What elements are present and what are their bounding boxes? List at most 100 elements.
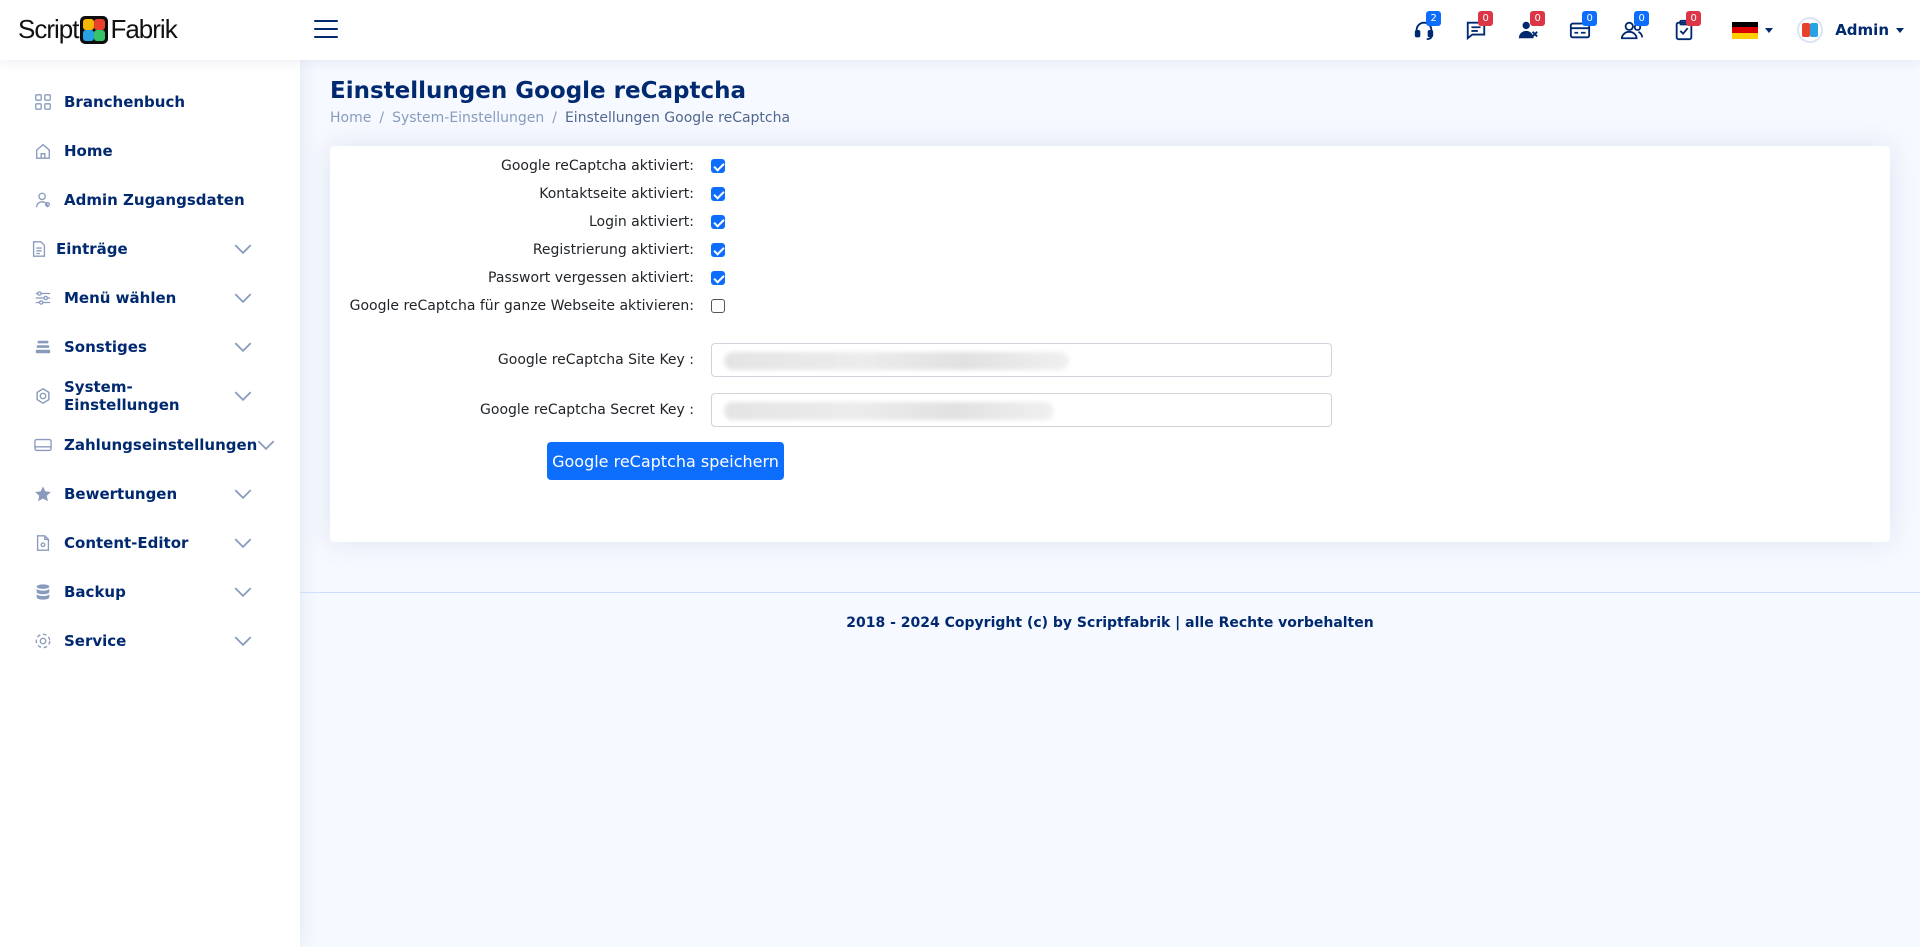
page-title: Einstellungen Google reCaptcha: [330, 78, 746, 104]
setting-row: Passwort vergessen aktiviert:: [330, 270, 725, 286]
registration-label: Registrierung aktiviert:: [532, 242, 694, 258]
breadcrumb: Home / System-Einstellungen / Einstellun…: [330, 110, 790, 126]
headset-icon[interactable]: 2: [1398, 0, 1450, 60]
copyright-text: 2018 - 2024 Copyright (c) by Scriptfabri…: [846, 615, 1374, 631]
gear-icon: [36, 387, 50, 404]
notification-badge: 0: [1686, 11, 1702, 26]
secret-key-input[interactable]: [711, 393, 1332, 427]
hamburger-menu-icon[interactable]: [314, 20, 338, 40]
sidebar-item-backup[interactable]: Backup: [0, 567, 300, 616]
top-header: Script Fabrik 2 0 0 0 0 0 Admin: [0, 0, 1920, 60]
profile-name: Admin: [1835, 21, 1889, 39]
logo-text-left: Script: [18, 14, 79, 44]
language-switcher[interactable]: [1732, 21, 1774, 39]
person-icon: [36, 192, 50, 207]
chevron-down-icon: [234, 489, 252, 499]
recaptcha-settings-card: Google reCaptcha aktiviert: Kontaktseite…: [330, 146, 1890, 542]
user-x-icon[interactable]: 0: [1502, 0, 1554, 60]
notification-badge: 0: [1530, 11, 1546, 26]
setting-row: Registrierung aktiviert:: [330, 242, 725, 258]
header-nav: 2 0 0 0 0 0 Admin: [1398, 0, 1920, 60]
sidebar-item-label: Home: [64, 141, 113, 160]
chevron-down-icon: [234, 587, 252, 597]
sidebar-item-label: Backup: [64, 582, 126, 601]
save-recaptcha-button[interactable]: Google reCaptcha speichern: [547, 442, 784, 480]
breadcrumb-home[interactable]: Home: [330, 110, 371, 126]
sidebar-item-sonstiges[interactable]: Sonstiges: [0, 322, 300, 371]
setting-row: Google reCaptcha für ganze Webseite akti…: [330, 298, 725, 314]
chevron-down-icon: [257, 440, 275, 450]
breadcrumb-separator: /: [552, 110, 557, 126]
sidebar-item-menue-waehlen[interactable]: Menü wählen: [0, 273, 300, 322]
sidebar-item-label: Content-Editor: [64, 533, 189, 552]
contact-page-label: Kontaktseite aktiviert:: [539, 186, 694, 202]
sliders-icon: [35, 290, 51, 305]
site-key-row: Google reCaptcha Site Key :: [330, 343, 1332, 377]
site-key-label: Google reCaptcha Site Key :: [497, 352, 694, 368]
sidebar-item-bewertungen[interactable]: Bewertungen: [0, 469, 300, 518]
notification-badge: 0: [1478, 11, 1494, 26]
logo-icon: [80, 15, 109, 44]
sidebar-item-content-editor[interactable]: Content-Editor: [0, 518, 300, 567]
sidebar-item-zahlungseinstellungen[interactable]: Zahlungseinstellungen: [0, 420, 300, 469]
grid-icon: [35, 93, 51, 110]
sidebar-item-label: Admin Zugangsdaten: [64, 190, 245, 209]
sidebar-item-label: Sonstiges: [64, 337, 147, 356]
recaptcha-enabled-checkbox[interactable]: [711, 159, 725, 173]
sidebar-item-label: Service: [64, 631, 127, 650]
password-forgotten-checkbox[interactable]: [711, 271, 725, 285]
sidebar-item-admin-zugangsdaten[interactable]: Admin Zugangsdaten: [0, 175, 300, 224]
sidebar-item-label: Menü wählen: [64, 288, 177, 307]
service-icon: [35, 633, 51, 648]
sidebar-item-label: Bewertungen: [64, 484, 178, 503]
redacted-value: [724, 352, 1069, 370]
chevron-down-icon: [234, 538, 252, 548]
chat-icon[interactable]: 0: [1450, 0, 1502, 60]
breadcrumb-separator: /: [379, 110, 385, 126]
house-icon: [36, 143, 50, 159]
german-flag-icon: [1732, 21, 1759, 39]
sidebar-item-label: Zahlungseinstellungen: [64, 435, 258, 454]
sidebar-item-service[interactable]: Service: [0, 616, 300, 665]
chevron-down-icon: [234, 636, 252, 646]
notification-badge: 0: [1582, 11, 1598, 26]
sidebar: Branchenbuch Home Admin Zugangsdaten Ein…: [0, 60, 300, 947]
profile-menu[interactable]: Admin: [1797, 17, 1904, 43]
sidebar-item-label: System-Einstellungen: [64, 377, 180, 414]
chevron-down-icon: [234, 244, 252, 254]
sidebar-item-home[interactable]: Home: [0, 126, 300, 175]
chevron-down-icon: [234, 342, 252, 352]
sidebar-item-system-einstellungen[interactable]: System-Einstellungen: [0, 371, 300, 420]
avatar: [1797, 17, 1824, 43]
notification-badge: 0: [1634, 11, 1650, 26]
sidebar-item-eintraege[interactable]: Einträge: [0, 224, 300, 273]
redacted-value: [724, 402, 1054, 420]
footer: 2018 - 2024 Copyright (c) by Scriptfabri…: [300, 592, 1920, 631]
registration-checkbox[interactable]: [711, 243, 725, 257]
caret-down-icon: [1765, 27, 1774, 33]
login-label: Login aktiviert:: [588, 214, 694, 230]
setting-row: Login aktiviert:: [330, 214, 725, 230]
file-icon: [32, 240, 46, 257]
sidebar-item-branchenbuch[interactable]: Branchenbuch: [0, 77, 300, 126]
stack-icon: [35, 340, 51, 353]
login-checkbox[interactable]: [711, 215, 725, 229]
sidebar-item-label: Einträge: [56, 239, 128, 258]
setting-row: Kontaktseite aktiviert:: [330, 186, 725, 202]
database-icon: [36, 583, 50, 600]
logo[interactable]: Script Fabrik: [18, 14, 178, 45]
people-icon[interactable]: 0: [1606, 0, 1658, 60]
breadcrumb-current: Einstellungen Google reCaptcha: [564, 110, 791, 126]
contact-page-checkbox[interactable]: [711, 187, 725, 201]
caret-down-icon: [1896, 27, 1904, 33]
breadcrumb-system-einstellungen[interactable]: System-Einstellungen: [392, 110, 544, 126]
card-icon[interactable]: 0: [1554, 0, 1606, 60]
secret-key-label: Google reCaptcha Secret Key :: [480, 402, 694, 418]
chevron-down-icon: [234, 293, 252, 303]
site-key-input[interactable]: [711, 343, 1332, 377]
clipboard-check-icon[interactable]: 0: [1658, 0, 1710, 60]
setting-row: Google reCaptcha aktiviert:: [330, 158, 725, 174]
whole-website-checkbox[interactable]: [711, 299, 725, 313]
recaptcha-enabled-label: Google reCaptcha aktiviert:: [500, 158, 694, 174]
document-icon: [36, 534, 50, 551]
